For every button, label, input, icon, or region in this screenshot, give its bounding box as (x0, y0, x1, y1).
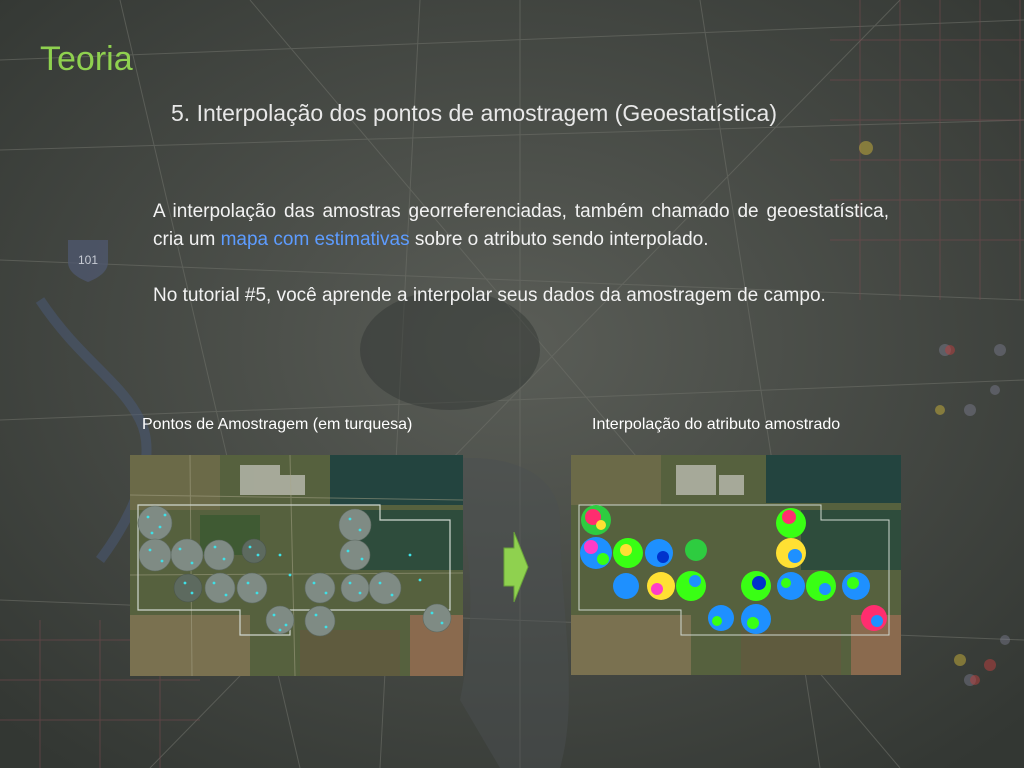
paragraph-1: A interpolação das amostras georreferenc… (153, 198, 889, 254)
highway-shield-label: 101 (78, 253, 98, 267)
interpolation-map (571, 455, 901, 675)
body-text: A interpolação das amostras georreferenc… (153, 198, 889, 310)
sampling-points-map (130, 455, 463, 676)
left-figure-caption: Pontos de Amostragem (em turquesa) (142, 416, 413, 433)
paragraph-2: No tutorial #5, você aprende a interpola… (153, 285, 826, 306)
slide-subtitle: 5. Interpolação dos pontos de amostragem… (171, 100, 777, 126)
section-title: Teoria (40, 40, 133, 78)
paragraph-1-end: sobre o atributo sendo interpolado. (409, 229, 709, 250)
right-figure-caption: Interpolação do atributo amostrado (592, 416, 841, 433)
arrow-right-icon (503, 531, 529, 603)
highlighted-term: mapa com estimativas (220, 229, 410, 250)
